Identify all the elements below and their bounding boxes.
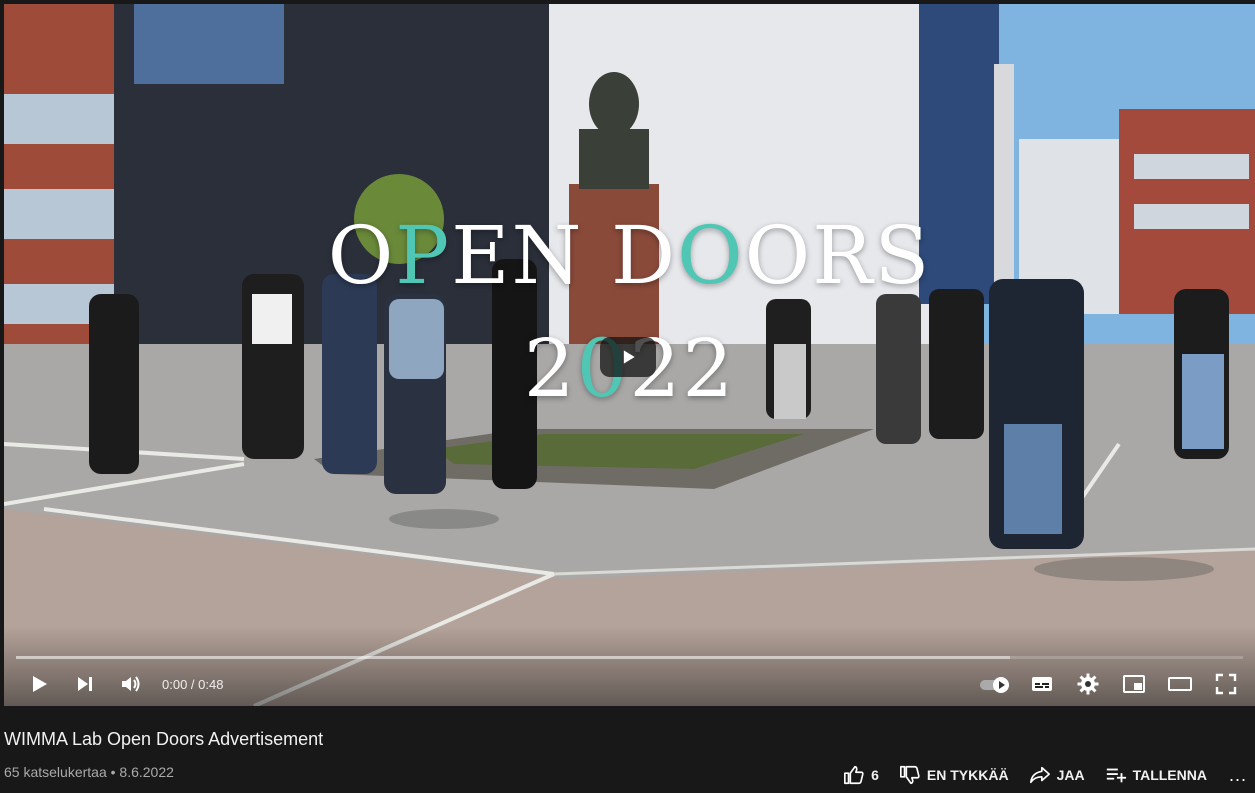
more-actions-button[interactable]: ... (1229, 765, 1247, 786)
settings-button[interactable] (1065, 664, 1111, 704)
overlay-title-text: OPEN DOORS (4, 209, 1255, 302)
skip-next-icon (78, 677, 92, 691)
theater-icon (1168, 677, 1192, 691)
youtube-watch-page: OPEN DOORS 2022 0:00 / 0:48 (0, 0, 1255, 793)
overlay-year-2: 2 (523, 322, 577, 415)
theater-mode-button[interactable] (1157, 664, 1203, 704)
fullscreen-icon (1215, 673, 1237, 695)
miniplayer-button[interactable] (1111, 664, 1157, 704)
overlay-title-ors: ORS (744, 209, 932, 302)
share-button[interactable]: JAA (1029, 764, 1085, 786)
meta-separator: • (110, 764, 116, 780)
save-button[interactable]: TALLENNA (1105, 764, 1207, 786)
progress-bar[interactable] (16, 656, 1243, 659)
miniplayer-icon (1123, 675, 1145, 693)
subtitles-icon (1032, 677, 1052, 691)
next-button[interactable] (62, 664, 108, 704)
playlist-add-icon (1106, 768, 1126, 783)
dislike-button[interactable]: EN TYKKÄÄ (899, 764, 1009, 786)
share-label: JAA (1056, 767, 1085, 783)
autoplay-toggle-icon (980, 677, 1009, 693)
mute-button[interactable] (108, 664, 154, 704)
time-display: 0:00 / 0:48 (162, 676, 224, 692)
play-icon (623, 350, 635, 364)
thumbs-down-icon (899, 765, 920, 785)
play-button[interactable] (16, 664, 62, 704)
fullscreen-button[interactable] (1203, 664, 1249, 704)
overlay-title-p: P (395, 209, 452, 302)
save-label: TALLENNA (1132, 767, 1207, 783)
progress-buffered (16, 656, 1010, 659)
dislike-label: EN TYKKÄÄ (926, 767, 1009, 783)
player-controls: 0:00 / 0:48 (4, 664, 1255, 704)
overlay-title-en-d: EN D (451, 209, 678, 302)
action-bar: 6 EN TYKKÄÄ JAA TALLENNA ... (823, 760, 1247, 790)
thumbs-up-icon (844, 765, 864, 785)
like-count: 6 (871, 767, 879, 783)
center-play-button[interactable] (600, 337, 656, 377)
video-meta: 65 katselukertaa • 8.6.2022 (4, 764, 174, 780)
video-player[interactable]: OPEN DOORS 2022 0:00 / 0:48 (4, 4, 1255, 706)
like-button[interactable]: 6 (843, 764, 879, 786)
view-count: 65 katselukertaa (4, 764, 107, 780)
share-icon (1029, 766, 1050, 784)
overlay-title-o: O (327, 209, 396, 302)
upload-date: 8.6.2022 (119, 764, 174, 780)
gear-icon (1077, 673, 1099, 695)
subtitles-button[interactable] (1019, 664, 1065, 704)
overlay-title-o2: O (677, 209, 745, 302)
autoplay-toggle[interactable] (973, 664, 1019, 704)
volume-icon (122, 676, 140, 692)
play-icon (33, 676, 47, 692)
video-title: WIMMA Lab Open Doors Advertisement (4, 729, 324, 749)
